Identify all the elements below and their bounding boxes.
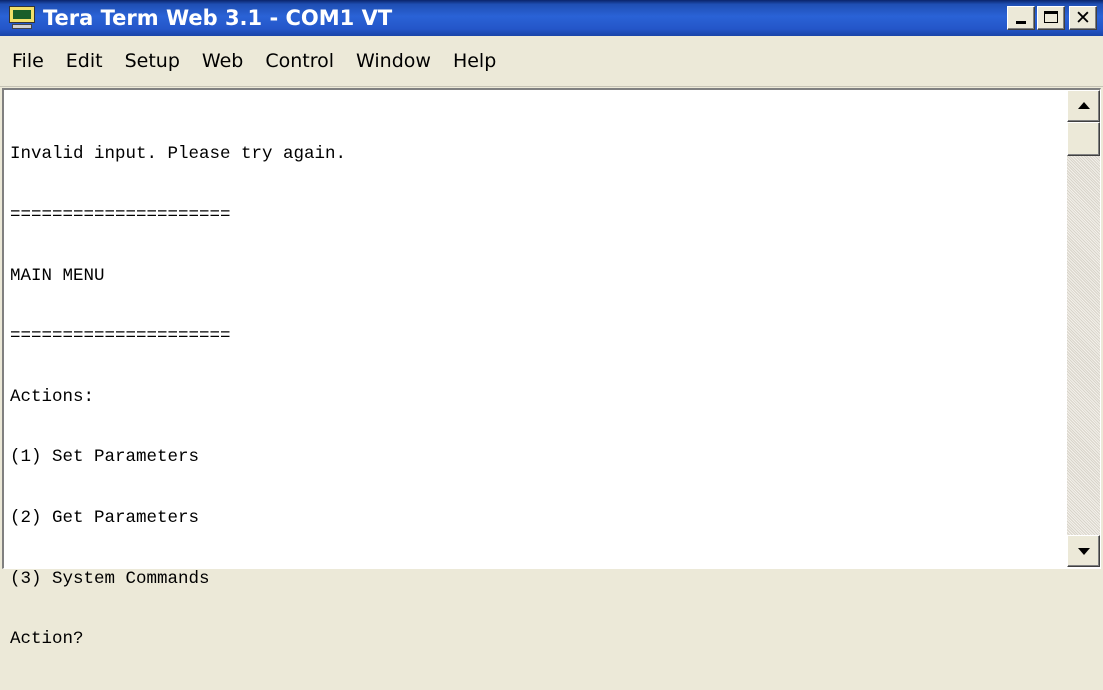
terminal-line: MAIN MENU (10, 265, 105, 286)
maximize-icon (1044, 11, 1058, 23)
tera-term-vt-icon[interactable] (9, 6, 35, 30)
menu-control[interactable]: Control (254, 50, 345, 72)
maximize-button[interactable] (1037, 6, 1065, 30)
menu-edit[interactable]: Edit (55, 50, 114, 72)
menu-web[interactable]: Web (191, 50, 254, 72)
scrollbar-thumb[interactable] (1067, 122, 1100, 156)
terminal-client-area[interactable]: Invalid input. Please try again. =======… (2, 88, 1101, 649)
tera-term-window: Tera Term Web 3.1 - COM1 VT ✕ File Edit … (0, 0, 1103, 649)
terminal-line: Actions: (10, 386, 95, 407)
arrow-up-icon (1078, 102, 1090, 109)
terminal-line: Action? (10, 629, 84, 650)
terminal-line: ===================== (10, 205, 231, 225)
menu-setup[interactable]: Setup (114, 50, 191, 72)
menu-help[interactable]: Help (442, 50, 507, 72)
terminal-line: (3) System Commands (10, 568, 210, 589)
terminal-line: (1) Set Parameters (10, 447, 200, 468)
terminal-line: Invalid input. Please try again. (10, 144, 347, 165)
vertical-scrollbar[interactable] (1067, 90, 1100, 567)
terminal-line: ===================== (10, 326, 231, 347)
scroll-up-button[interactable] (1067, 90, 1100, 122)
menu-bar: File Edit Setup Web Control Window Help (0, 36, 1103, 87)
window-controls: ✕ (1007, 6, 1097, 30)
arrow-down-icon (1078, 548, 1090, 555)
menu-file[interactable]: File (0, 50, 55, 72)
terminal-line: (2) Get Parameters (10, 507, 200, 528)
close-button[interactable]: ✕ (1069, 6, 1097, 30)
minimize-icon (1016, 21, 1026, 24)
terminal-screen[interactable]: Invalid input. Please try again. =======… (10, 104, 1060, 649)
close-icon: ✕ (1075, 7, 1091, 29)
window-title: Tera Term Web 3.1 - COM1 VT (43, 6, 393, 30)
scroll-down-button[interactable] (1067, 535, 1100, 567)
minimize-button[interactable] (1007, 6, 1035, 30)
menu-window[interactable]: Window (345, 50, 442, 72)
title-bar[interactable]: Tera Term Web 3.1 - COM1 VT ✕ (0, 0, 1103, 36)
